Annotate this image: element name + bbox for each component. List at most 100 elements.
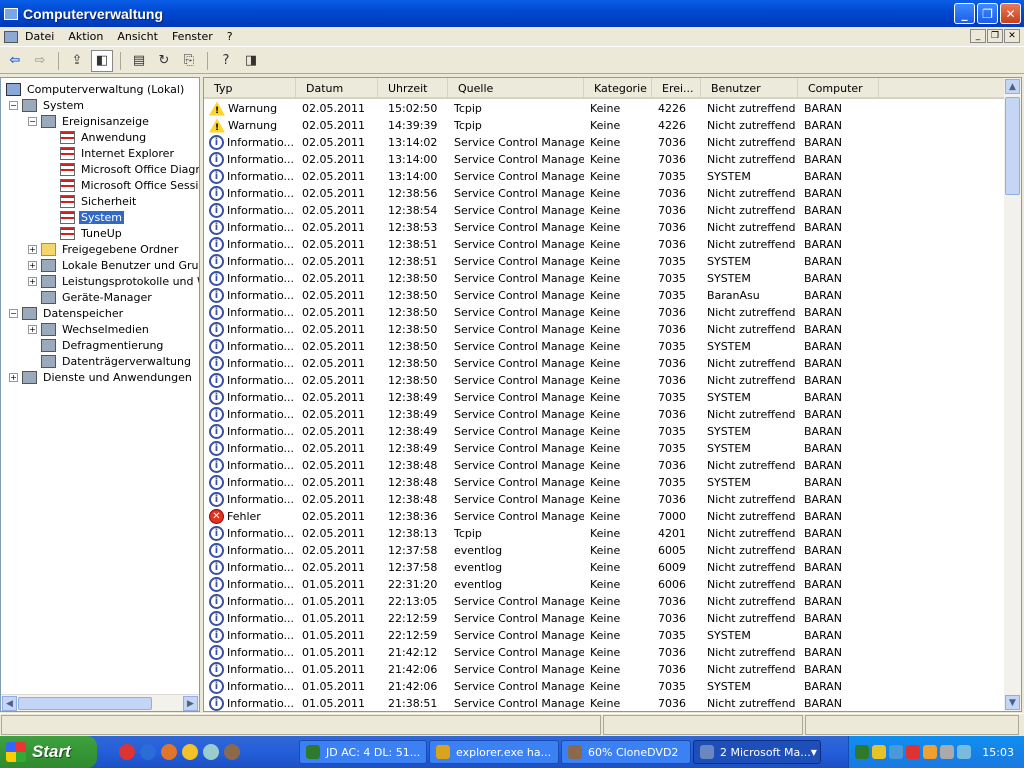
tree-node[interactable]: TuneUp xyxy=(47,225,124,241)
show-hide-action-pane-icon[interactable]: ◨ xyxy=(240,50,262,72)
child-minimize-button[interactable]: _ xyxy=(970,29,986,43)
menu-ansicht[interactable]: Ansicht xyxy=(110,30,165,43)
table-row[interactable]: i Informatio... 02.05.2011 12:38:50 Service … xyxy=(204,338,1005,355)
table-row[interactable]: i Informatio... 02.05.2011 13:14:00 Service … xyxy=(204,168,1005,185)
tree-node[interactable]: Geräte-Manager xyxy=(28,289,154,305)
table-row[interactable]: i Informatio... 02.05.2011 12:38:50 Service … xyxy=(204,321,1005,338)
tree-expander-icon[interactable]: − xyxy=(28,116,37,126)
properties-icon[interactable]: ▤ xyxy=(128,50,150,72)
jdownloader-tray-icon[interactable] xyxy=(855,745,869,759)
table-row[interactable]: i Informatio... 02.05.2011 12:38:13 Tcpip Kei… xyxy=(204,525,1005,542)
tree-expander-icon[interactable]: + xyxy=(28,276,37,286)
tree-expander-icon[interactable]: − xyxy=(9,100,18,110)
tray-icon[interactable] xyxy=(957,745,971,759)
table-row[interactable]: i Informatio... 02.05.2011 12:38:48 Service … xyxy=(204,491,1005,508)
table-row[interactable]: i Informatio... 02.05.2011 12:38:49 Service … xyxy=(204,406,1005,423)
table-row[interactable]: i Informatio... 01.05.2011 21:38:51 Service … xyxy=(204,695,1005,711)
table-row[interactable]: i Informatio... 01.05.2011 22:12:59 Service … xyxy=(204,610,1005,627)
volume-tray-icon[interactable] xyxy=(906,745,920,759)
refresh-icon[interactable]: ↻ xyxy=(153,50,175,72)
taskbar-button[interactable]: explorer.exe ha... xyxy=(429,740,559,764)
table-row[interactable]: ! Warnung 02.05.2011 15:02:50 Tcpip Keine 4226… xyxy=(204,100,1005,117)
table-row[interactable]: i Informatio... 02.05.2011 12:38:49 Service … xyxy=(204,440,1005,457)
ship-icon[interactable] xyxy=(203,744,219,760)
mmc-icon[interactable] xyxy=(4,30,18,43)
list-vertical-scrollbar[interactable]: ▲ ▼ xyxy=(1004,78,1021,711)
close-button[interactable]: ✕ xyxy=(1000,3,1021,24)
table-row[interactable]: i Informatio... 01.05.2011 21:42:06 Service … xyxy=(204,678,1005,695)
table-row[interactable]: i Informatio... 02.05.2011 12:38:54 Service … xyxy=(204,202,1005,219)
tree-node[interactable]: − Datenspeicher xyxy=(9,305,125,321)
table-row[interactable]: i Informatio... 02.05.2011 13:14:02 Service … xyxy=(204,134,1005,151)
tree-node[interactable]: Microsoft Office Diagnos xyxy=(47,161,199,177)
table-row[interactable]: i Informatio... 02.05.2011 12:38:51 Service … xyxy=(204,236,1005,253)
ie-icon[interactable] xyxy=(140,744,156,760)
table-row[interactable]: i Informatio... 02.05.2011 12:38:50 Service … xyxy=(204,304,1005,321)
chrome-icon[interactable] xyxy=(119,744,135,760)
export-list-icon[interactable]: ⎘ xyxy=(178,50,200,72)
taskbar-button[interactable]: 2 Microsoft Ma... ▼ xyxy=(693,740,821,764)
taskbar-button[interactable]: 60% CloneDVD2 xyxy=(561,740,691,764)
table-row[interactable]: i Informatio... 02.05.2011 12:37:58 eventlog… xyxy=(204,542,1005,559)
column-header[interactable]: Benutzer xyxy=(701,78,798,99)
column-header[interactable]: Quelle xyxy=(448,78,584,99)
tree-expander-icon[interactable]: + xyxy=(28,244,37,254)
table-row[interactable]: i Informatio... 02.05.2011 12:38:50 Service … xyxy=(204,270,1005,287)
table-row[interactable]: i Informatio... 02.05.2011 12:38:53 Service … xyxy=(204,219,1005,236)
tree-node[interactable]: System xyxy=(47,209,125,225)
menu-aktion[interactable]: Aktion xyxy=(61,30,110,43)
table-row[interactable]: i Informatio... 02.05.2011 12:38:49 Service … xyxy=(204,423,1005,440)
table-row[interactable]: i Informatio... 02.05.2011 12:38:51 Service … xyxy=(204,253,1005,270)
column-header[interactable]: Typ xyxy=(204,78,296,99)
table-row[interactable]: i Informatio... 02.05.2011 12:38:56 Service … xyxy=(204,185,1005,202)
table-row[interactable]: i Informatio... 02.05.2011 12:38:48 Service … xyxy=(204,457,1005,474)
network-tray-icon[interactable] xyxy=(889,745,903,759)
table-row[interactable]: i Informatio... 01.05.2011 22:13:05 Service … xyxy=(204,593,1005,610)
tray-icon[interactable] xyxy=(940,745,954,759)
tree-expander-icon[interactable]: − xyxy=(9,308,18,318)
scroll-thumb[interactable] xyxy=(1005,97,1020,195)
maximize-button[interactable]: ❐ xyxy=(977,3,998,24)
table-row[interactable]: i Informatio... 02.05.2011 12:38:50 Service … xyxy=(204,372,1005,389)
column-header[interactable]: Uhrzeit xyxy=(378,78,448,99)
column-header[interactable]: Datum xyxy=(296,78,378,99)
table-row[interactable]: i Informatio... 01.05.2011 21:42:12 Service … xyxy=(204,644,1005,661)
back-icon[interactable]: ⇦ xyxy=(4,50,26,72)
tree-node[interactable]: Anwendung xyxy=(47,129,148,145)
table-row[interactable]: i Informatio... 02.05.2011 13:14:00 Service … xyxy=(204,151,1005,168)
column-header[interactable]: Erei... xyxy=(652,78,701,99)
up-one-level-icon[interactable]: ⇪ xyxy=(66,50,88,72)
table-row[interactable]: i Informatio... 01.05.2011 22:12:59 Service … xyxy=(204,627,1005,644)
scroll-up-icon[interactable]: ▲ xyxy=(1005,79,1020,94)
tree-node[interactable]: + Wechselmedien xyxy=(28,321,151,337)
tree-node[interactable]: − System xyxy=(9,97,86,113)
show-hide-tree-icon[interactable]: ◧ xyxy=(91,49,113,72)
clonedvd-icon[interactable] xyxy=(224,744,240,760)
child-restore-button[interactable]: ❐ xyxy=(987,29,1003,43)
firefox-icon[interactable] xyxy=(161,744,177,760)
menu-datei[interactable]: Datei xyxy=(18,30,61,43)
column-header[interactable]: Kategorie xyxy=(584,78,652,99)
child-close-button[interactable]: ✕ xyxy=(1004,29,1020,43)
table-row[interactable]: ✕ Fehler 02.05.2011 12:38:36 Service Control… xyxy=(204,508,1005,525)
tree-expander-icon[interactable]: + xyxy=(28,260,37,270)
column-header[interactable]: Computer xyxy=(798,78,879,99)
clock[interactable]: 15:03 xyxy=(982,746,1014,759)
tree-node[interactable]: Internet Explorer xyxy=(47,145,176,161)
scroll-left-icon[interactable]: ◀ xyxy=(2,696,17,711)
table-row[interactable]: i Informatio... 01.05.2011 21:42:06 Service … xyxy=(204,661,1005,678)
menu-help[interactable]: ? xyxy=(220,30,240,43)
tree-node[interactable]: + Dienste und Anwendungen xyxy=(9,369,194,385)
menu-fenster[interactable]: Fenster xyxy=(165,30,220,43)
scroll-down-icon[interactable]: ▼ xyxy=(1005,695,1020,710)
minimize-button[interactable]: _ xyxy=(954,3,975,24)
table-row[interactable]: i Informatio... 02.05.2011 12:38:49 Service … xyxy=(204,389,1005,406)
table-row[interactable]: i Informatio... 02.05.2011 12:38:50 Service … xyxy=(204,287,1005,304)
tree-horizontal-scrollbar[interactable]: ◀ ▶ xyxy=(1,694,199,711)
tree-expander-icon[interactable]: + xyxy=(9,372,18,382)
help-icon[interactable]: ? xyxy=(215,50,237,72)
scroll-right-icon[interactable]: ▶ xyxy=(183,696,198,711)
tree-node[interactable]: + Leistungsprotokolle und Wa xyxy=(28,273,199,289)
app-icon[interactable] xyxy=(182,744,198,760)
tree-node[interactable]: Microsoft Office Session xyxy=(47,177,199,193)
